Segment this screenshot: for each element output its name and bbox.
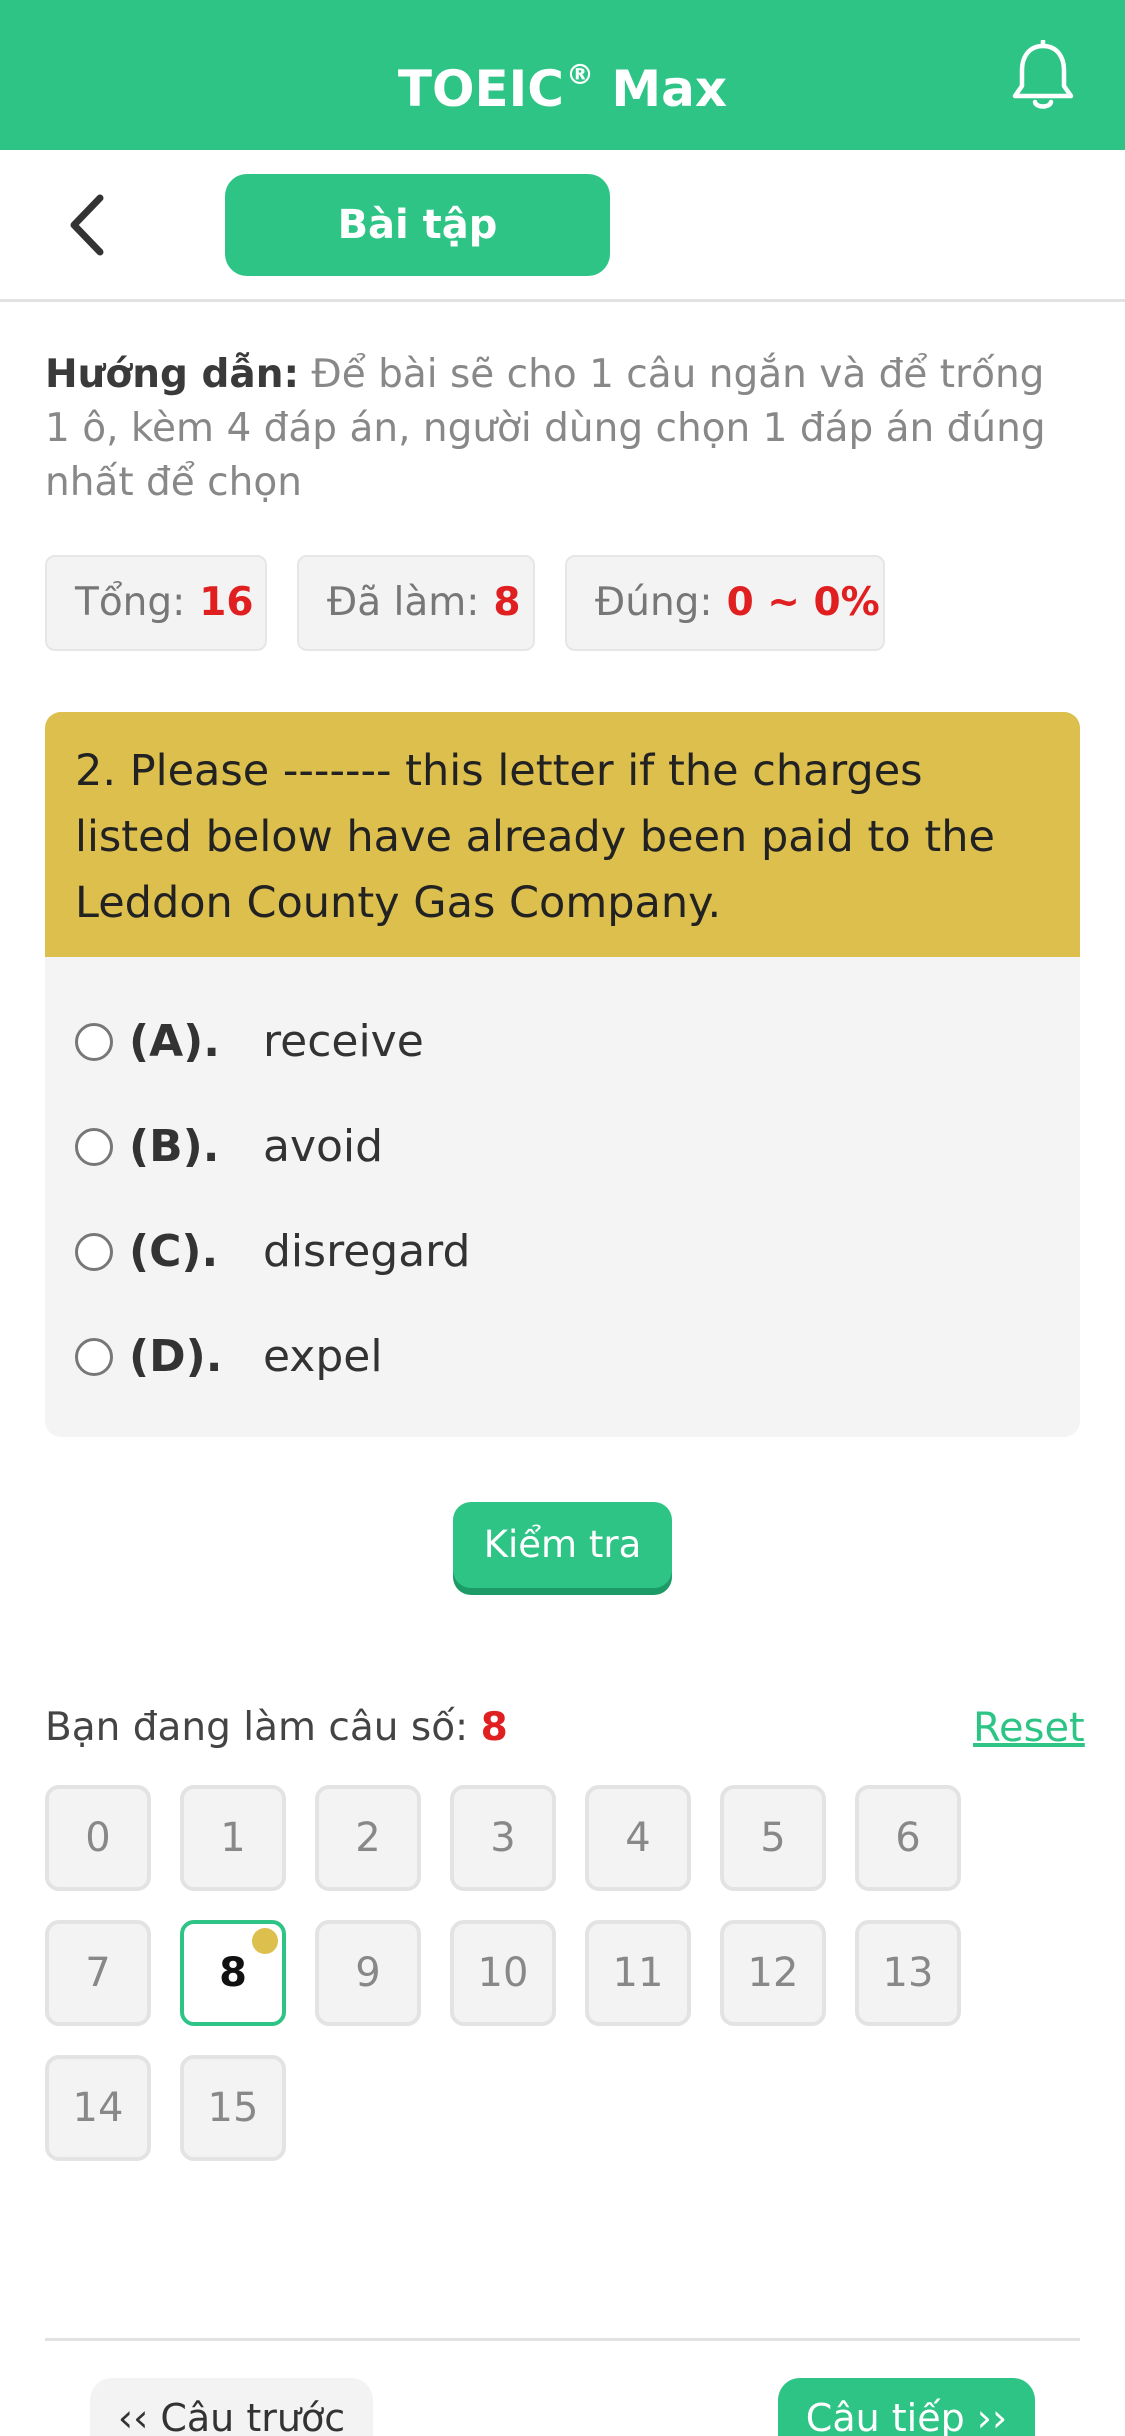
current-question-indicator: Bạn đang làm câu số: 8 bbox=[45, 1698, 508, 1758]
stat-total-value: 16 bbox=[199, 580, 254, 625]
stat-done: Đã làm: 8 bbox=[297, 555, 535, 651]
question-cell-4[interactable]: 4 bbox=[585, 1785, 691, 1891]
option-a-letter: (A). bbox=[129, 1016, 220, 1067]
app-title-main: TOEIC bbox=[397, 60, 564, 118]
instructions-label: Hướng dẫn: bbox=[45, 352, 300, 397]
option-c-text: disregard bbox=[263, 1226, 471, 1277]
question-cell-7[interactable]: 7 bbox=[45, 1920, 151, 2026]
radio-option-b[interactable] bbox=[75, 1128, 113, 1166]
current-question-label: Bạn đang làm câu số: bbox=[45, 1705, 469, 1750]
question-cell-1[interactable]: 1 bbox=[180, 1785, 286, 1891]
stat-total: Tổng: 16 bbox=[45, 555, 267, 651]
divider bbox=[45, 2338, 1080, 2341]
stat-correct-label: Đúng: bbox=[595, 580, 713, 625]
sub-header: Bài tập bbox=[0, 150, 1125, 302]
current-question-number: 8 bbox=[480, 1705, 508, 1750]
marker-dot bbox=[252, 1928, 278, 1954]
option-d-letter: (D). bbox=[129, 1331, 223, 1382]
radio-option-c[interactable] bbox=[75, 1233, 113, 1271]
question-cell-10[interactable]: 10 bbox=[450, 1920, 556, 2026]
option-a[interactable]: (A). receive bbox=[75, 1002, 1050, 1082]
question-card: 2. Please ------- this letter if the cha… bbox=[45, 712, 1080, 1437]
instructions: Hướng dẫn: Để bài sẽ cho 1 câu ngắn và đ… bbox=[45, 348, 1080, 510]
stat-correct: Đúng: 0 ~ 0% bbox=[565, 555, 885, 651]
question-cell-12[interactable]: 12 bbox=[720, 1920, 826, 2026]
app-title: TOEIC® Max bbox=[0, 0, 1125, 150]
question-cell-14[interactable]: 14 bbox=[45, 2055, 151, 2161]
question-cell-3[interactable]: 3 bbox=[450, 1785, 556, 1891]
question-cell-0[interactable]: 0 bbox=[45, 1785, 151, 1891]
stat-done-value: 8 bbox=[493, 580, 521, 625]
question-cell-6[interactable]: 6 bbox=[855, 1785, 961, 1891]
stat-total-label: Tổng: bbox=[75, 580, 186, 625]
top-app-bar: TOEIC® Max bbox=[0, 0, 1125, 150]
question-cell-8-label: 8 bbox=[219, 1950, 247, 1996]
question-cell-9[interactable]: 9 bbox=[315, 1920, 421, 2026]
app-title-registered-mark: ® bbox=[565, 58, 594, 91]
prev-question-button[interactable]: ‹‹ Câu trước bbox=[90, 2378, 373, 2436]
reset-link[interactable]: Reset bbox=[973, 1698, 1085, 1758]
question-cell-8-active[interactable]: 8 bbox=[180, 1920, 286, 2026]
question-text: 2. Please ------- this letter if the cha… bbox=[45, 712, 1080, 957]
radio-option-d[interactable] bbox=[75, 1338, 113, 1376]
tab-bai-tap[interactable]: Bài tập bbox=[225, 174, 610, 276]
bell-icon[interactable] bbox=[1010, 40, 1076, 112]
option-b[interactable]: (B). avoid bbox=[75, 1107, 1050, 1187]
question-grid: 0 1 2 3 4 5 6 7 8 9 10 11 12 13 14 15 bbox=[45, 1785, 1080, 2165]
option-b-letter: (B). bbox=[129, 1121, 220, 1172]
stat-correct-value: 0 ~ 0% bbox=[726, 580, 880, 625]
app-title-suffix: Max bbox=[611, 60, 728, 118]
option-a-text: receive bbox=[263, 1016, 424, 1067]
option-d[interactable]: (D). expel bbox=[75, 1317, 1050, 1397]
question-cell-2[interactable]: 2 bbox=[315, 1785, 421, 1891]
next-question-button[interactable]: Câu tiếp ›› bbox=[778, 2378, 1035, 2436]
question-cell-15[interactable]: 15 bbox=[180, 2055, 286, 2161]
question-cell-11[interactable]: 11 bbox=[585, 1920, 691, 2026]
option-c[interactable]: (C). disregard bbox=[75, 1212, 1050, 1292]
chevron-left-icon[interactable] bbox=[62, 192, 122, 258]
option-c-letter: (C). bbox=[129, 1226, 219, 1277]
question-cell-5[interactable]: 5 bbox=[720, 1785, 826, 1891]
stat-done-label: Đã làm: bbox=[327, 580, 480, 625]
option-b-text: avoid bbox=[263, 1121, 384, 1172]
check-button[interactable]: Kiểm tra bbox=[453, 1502, 672, 1588]
option-d-text: expel bbox=[263, 1331, 383, 1382]
radio-option-a[interactable] bbox=[75, 1023, 113, 1061]
question-cell-13[interactable]: 13 bbox=[855, 1920, 961, 2026]
